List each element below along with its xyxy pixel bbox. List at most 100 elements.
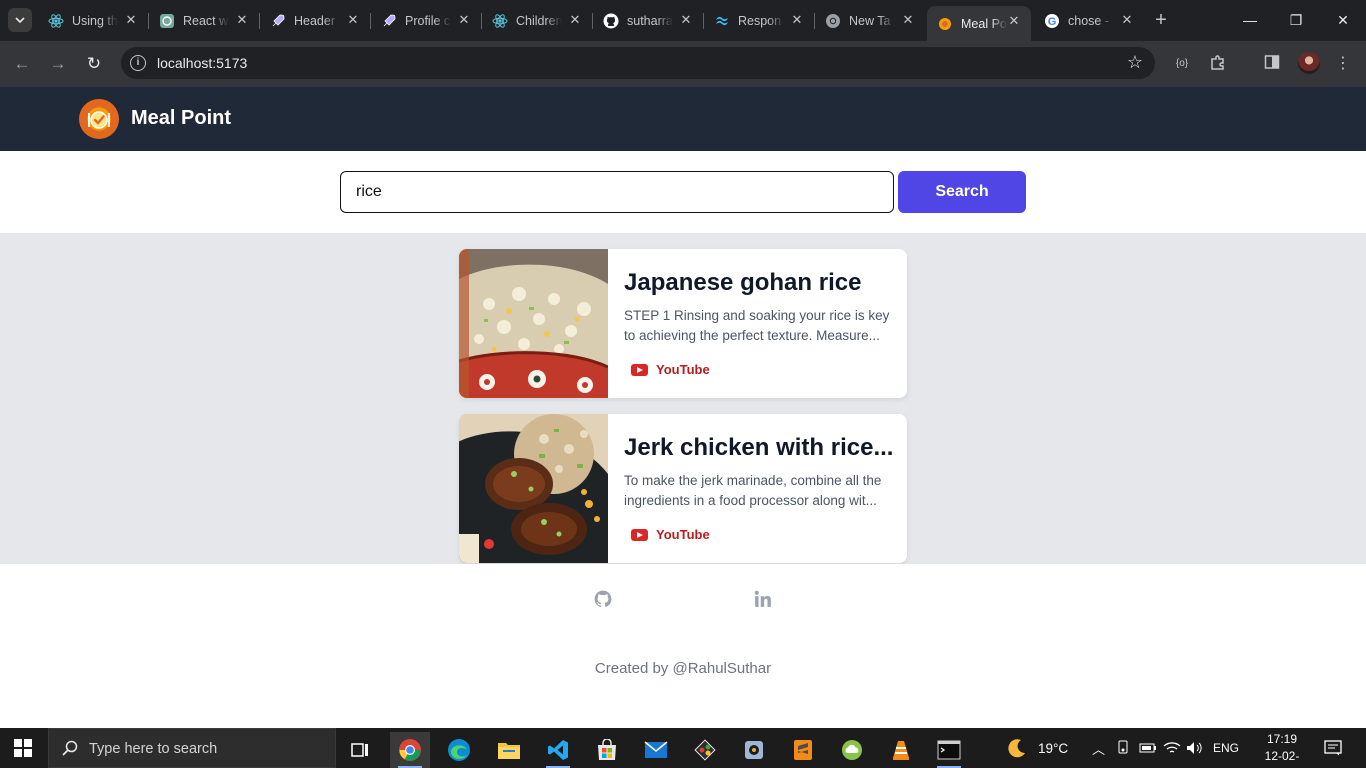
- minimize-icon[interactable]: —: [1240, 10, 1260, 30]
- results-section: Japanese gohan rice STEP 1 Rinsing and s…: [0, 233, 1366, 564]
- page-content: Meal Point Search: [0, 87, 1366, 728]
- rocket-icon: [270, 13, 286, 29]
- browser-tab-active[interactable]: Meal Po ✕: [927, 6, 1031, 41]
- close-tab-icon[interactable]: ✕: [568, 13, 582, 27]
- browser-tab[interactable]: Using the ✕: [38, 6, 148, 35]
- search-button[interactable]: Search: [898, 171, 1026, 213]
- wifi-icon[interactable]: [1163, 728, 1181, 768]
- brand-name[interactable]: Meal Point: [131, 107, 231, 130]
- tailwind-icon: [714, 13, 730, 29]
- react-icon: [492, 13, 508, 29]
- meal-description: To make the jerk marinade, combine all t…: [624, 473, 882, 508]
- battery-icon[interactable]: [1139, 728, 1157, 768]
- bookmark-star-icon[interactable]: ☆: [1127, 52, 1143, 73]
- browser-toolbar: ← → ↻ i localhost:5173 ☆ {o} ⋮: [0, 41, 1366, 87]
- rocket-icon: [381, 13, 397, 29]
- tray-device-icon[interactable]: [1116, 728, 1130, 768]
- browser-tab[interactable]: Children ✕: [482, 6, 592, 35]
- close-tab-icon[interactable]: ✕: [124, 13, 138, 27]
- browser-tab[interactable]: Profile c ✕: [371, 6, 481, 35]
- app-navbar: Meal Point: [0, 87, 1366, 151]
- puzzle-icon[interactable]: [1208, 54, 1228, 74]
- close-tab-icon[interactable]: ✕: [346, 13, 360, 27]
- close-tab-icon[interactable]: ✕: [790, 13, 804, 27]
- svg-text:G: G: [1048, 16, 1057, 28]
- language-indicator[interactable]: ENG: [1213, 728, 1239, 768]
- tab-search-button[interactable]: [8, 8, 32, 32]
- extension-icon[interactable]: {o}: [1172, 54, 1192, 74]
- meal-icon: [937, 16, 953, 32]
- chrome-icon: [825, 13, 841, 29]
- cloud-app-icon[interactable]: [832, 732, 872, 768]
- edge-taskbar-icon[interactable]: [439, 732, 479, 768]
- meal-title: Jerk chicken with rice...: [624, 434, 894, 461]
- taskbar-search-placeholder: Type here to search: [89, 741, 218, 757]
- address-bar[interactable]: i localhost:5173 ☆: [121, 47, 1155, 79]
- windows-start-icon[interactable]: [14, 739, 32, 757]
- footer-credit: Created by @RahulSuthar: [594, 660, 772, 677]
- url-text[interactable]: localhost:5173: [157, 55, 247, 71]
- tab-title: Profile c: [405, 13, 451, 28]
- back-arrow-icon[interactable]: ←: [11, 53, 33, 75]
- youtube-icon: [631, 528, 648, 541]
- vscode-taskbar-icon[interactable]: [538, 732, 578, 768]
- windows-taskbar: Type here to search 19°C ︿ ENG 17:19 12-…: [0, 728, 1366, 768]
- terminal-icon[interactable]: [929, 732, 969, 768]
- close-tab-icon[interactable]: ✕: [1007, 14, 1021, 28]
- task-view-icon[interactable]: [340, 732, 380, 768]
- site-info-icon[interactable]: i: [130, 55, 146, 71]
- volume-icon[interactable]: [1186, 728, 1204, 768]
- file-explorer-icon[interactable]: [489, 732, 529, 768]
- mail-icon[interactable]: [636, 732, 676, 768]
- meal-description: STEP 1 Rinsing and soaking your rice is …: [624, 308, 890, 343]
- close-tab-icon[interactable]: ✕: [679, 13, 693, 27]
- youtube-link[interactable]: YouTube: [631, 527, 710, 542]
- page-footer: Created by @RahulSuthar: [0, 564, 1366, 728]
- browser-tab[interactable]: React w ✕: [149, 6, 259, 35]
- sublime-text-icon[interactable]: [783, 732, 823, 768]
- notifications-icon[interactable]: [1324, 728, 1342, 768]
- side-panel-icon[interactable]: [1262, 54, 1282, 74]
- tab-title: Children: [516, 13, 562, 28]
- reload-icon[interactable]: ↻: [83, 53, 105, 75]
- forward-arrow-icon[interactable]: →: [47, 53, 69, 75]
- search-input[interactable]: [340, 171, 894, 213]
- clock-time: 17:19: [1266, 732, 1298, 746]
- microsoft-store-icon[interactable]: [587, 732, 627, 768]
- chrome-taskbar-icon[interactable]: [390, 732, 430, 768]
- menu-kebab-icon[interactable]: ⋮: [1333, 54, 1353, 74]
- taskbar-search-box[interactable]: Type here to search: [48, 728, 336, 768]
- tab-title: sutharra: [627, 13, 673, 28]
- profile-avatar[interactable]: [1298, 52, 1320, 74]
- tab-title: React w: [183, 13, 229, 28]
- tab-title: chose -: [1068, 13, 1109, 28]
- meal-point-logo[interactable]: [79, 99, 119, 139]
- browser-tab[interactable]: New Ta ✕: [815, 6, 925, 35]
- browser-tab[interactable]: G chose - ✕: [1034, 6, 1144, 35]
- restore-icon[interactable]: ❐: [1286, 10, 1306, 30]
- vlc-icon[interactable]: [881, 732, 921, 768]
- meal-card[interactable]: Japanese gohan rice STEP 1 Rinsing and s…: [459, 249, 907, 398]
- show-hidden-icons[interactable]: ︿: [1092, 728, 1105, 768]
- tab-title: New Ta: [849, 13, 891, 28]
- close-window-icon[interactable]: ✕: [1333, 10, 1353, 30]
- new-tab-button[interactable]: +: [1150, 9, 1172, 31]
- browser-tab[interactable]: Respon ✕: [704, 6, 814, 35]
- weather-widget[interactable]: 19°C: [1006, 728, 1068, 768]
- close-tab-icon[interactable]: ✕: [457, 13, 471, 27]
- taskbar-clock[interactable]: 17:19 12-02-2024: [1255, 731, 1309, 768]
- close-tab-icon[interactable]: ✕: [235, 13, 249, 27]
- close-tab-icon[interactable]: ✕: [1120, 13, 1134, 27]
- close-tab-icon[interactable]: ✕: [901, 13, 915, 27]
- browser-tab[interactable]: sutharra ✕: [593, 6, 703, 35]
- youtube-link-label: YouTube: [656, 527, 710, 542]
- chatgpt-icon: [159, 13, 175, 29]
- browser-tab[interactable]: Header ✕: [260, 6, 370, 35]
- git-tool-icon[interactable]: [685, 732, 725, 768]
- meal-card[interactable]: Jerk chicken with rice... To make the je…: [459, 414, 907, 563]
- youtube-link-label: YouTube: [656, 362, 710, 377]
- linkedin-icon[interactable]: [753, 589, 773, 609]
- github-icon[interactable]: [593, 589, 613, 609]
- youtube-link[interactable]: YouTube: [631, 362, 710, 377]
- media-tool-icon[interactable]: [734, 732, 774, 768]
